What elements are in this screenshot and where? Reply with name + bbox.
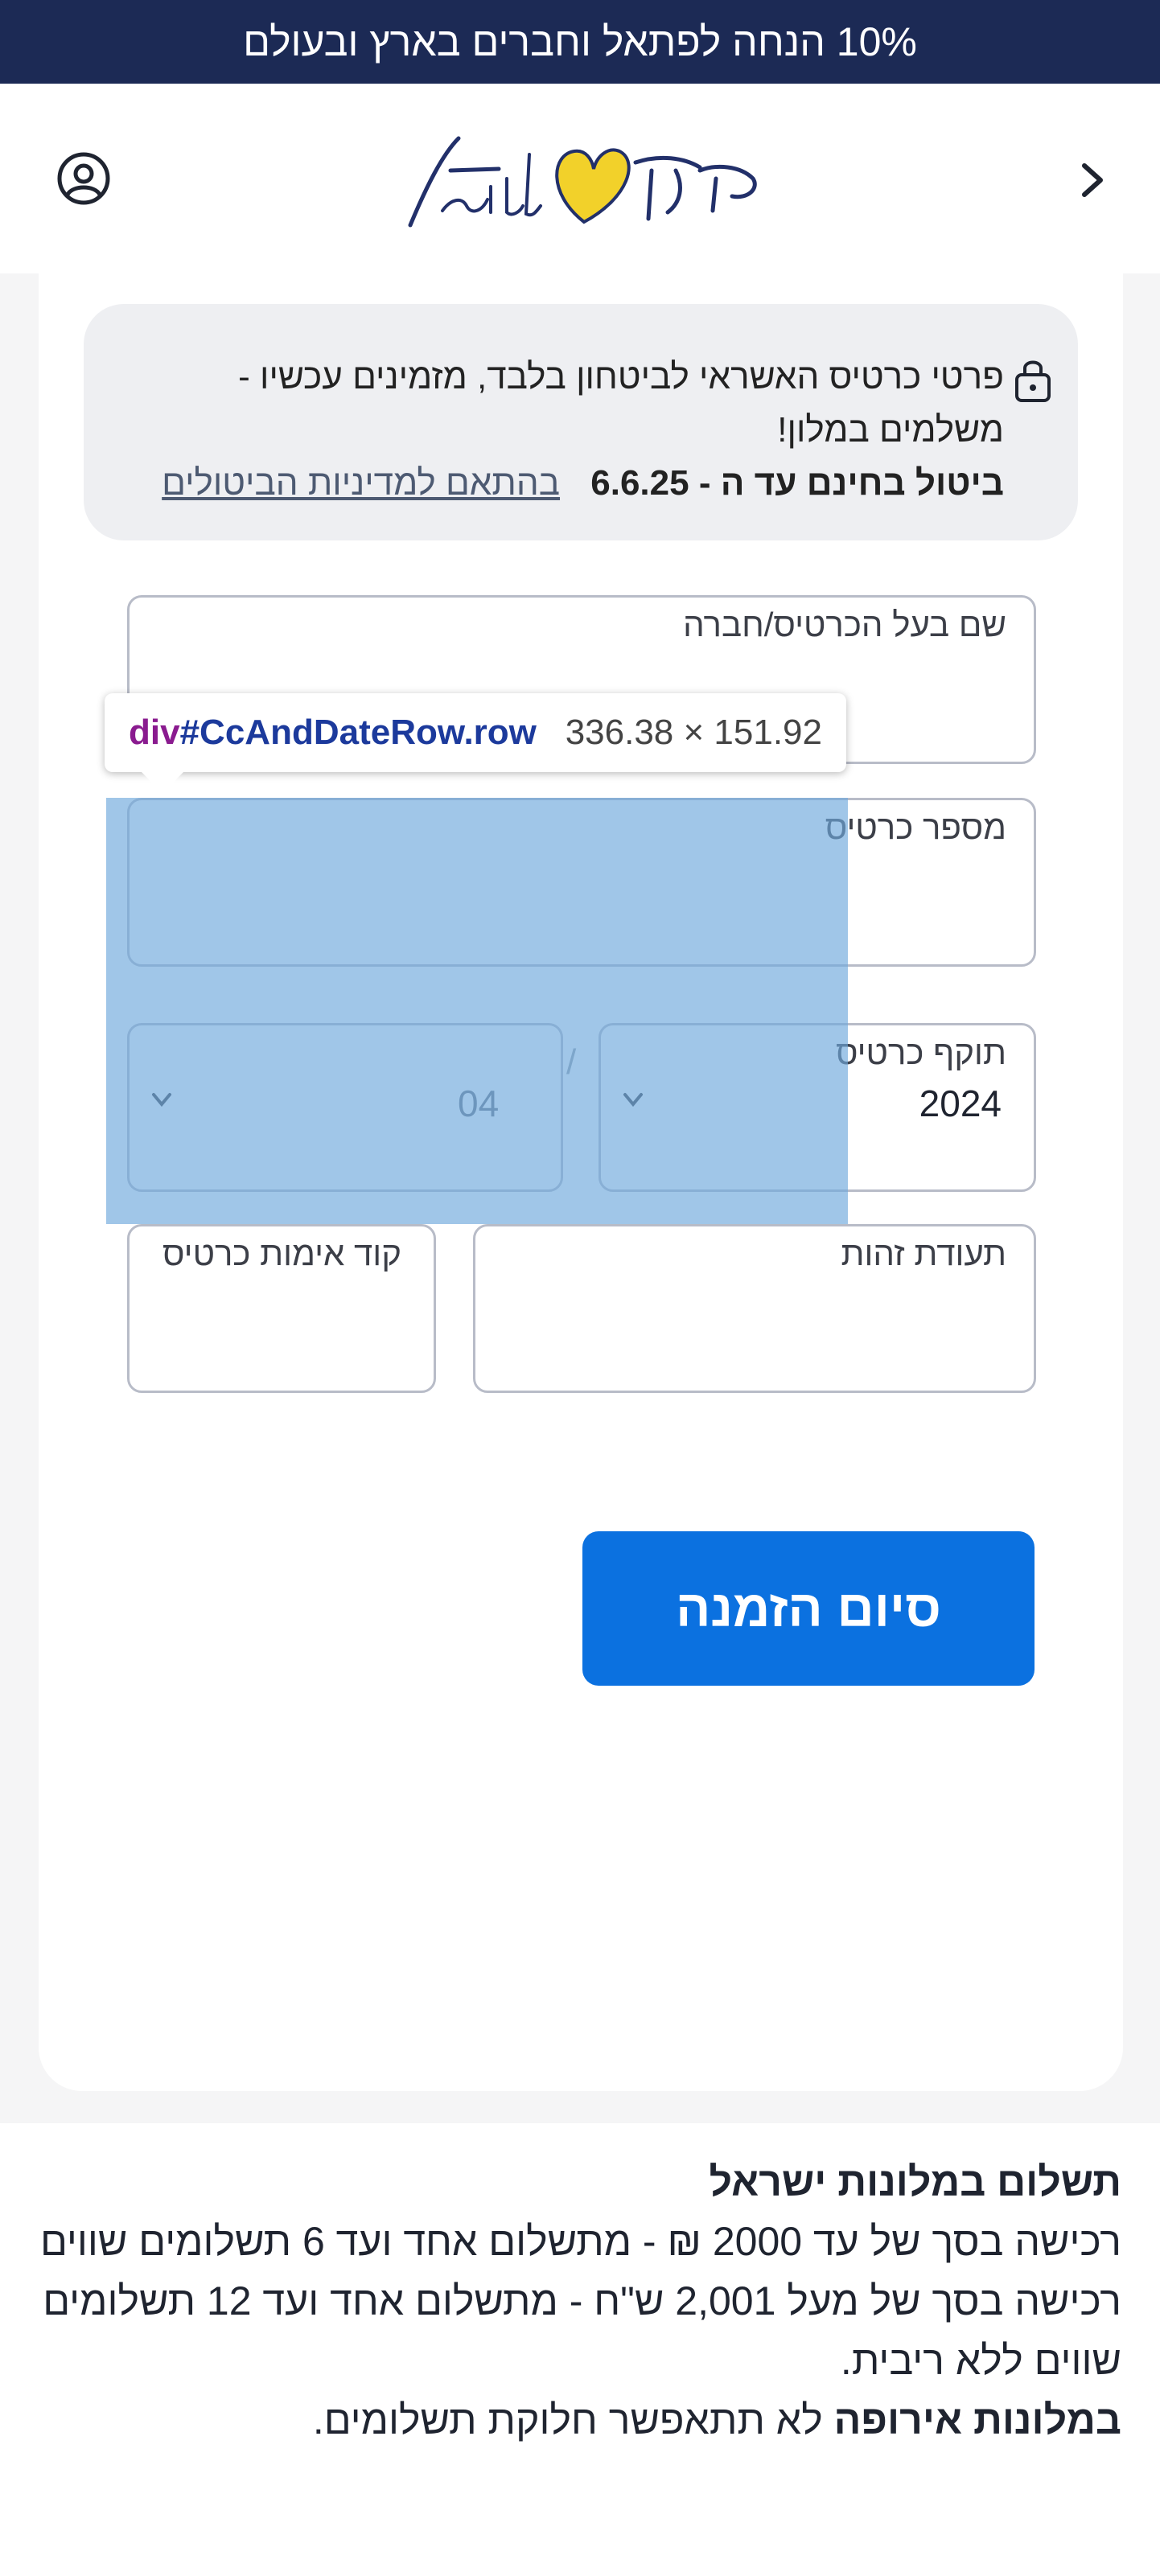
payment-info: תשלום במלונות ישראל רכישה בסך של עד 2000… [27,2152,1121,2450]
fattal-logo[interactable] [394,122,764,235]
promo-text: 10% הנחה לפתאל וחברים בארץ ובעולם [243,19,917,64]
payment-heading: תשלום במלונות ישראל [709,2159,1122,2204]
lock-icon [1010,355,1055,404]
payment-notice: פרטי כרטיס האשראי לביטחון בלבד, מזמינים … [84,304,1078,540]
expiry-year-value: 2024 [919,1083,1002,1124]
id-number-field[interactable]: תעודת זהות [473,1224,1036,1393]
free-cancel-text: ביטול בחינם עד ה - 6.6.25 [590,463,1004,503]
site-header [0,84,1160,273]
europe-bold: במלונות אירופה [833,2397,1121,2442]
promo-bar[interactable]: 10% הנחה לפתאל וחברים בארץ ובעולם [0,0,1160,84]
inspector-selector: #CcAndDateRow.row [179,713,537,752]
europe-rest: לא תתאפשר חלוקת תשלומים. [312,2397,834,2442]
chevron-right-icon[interactable] [1068,156,1117,204]
notice-text: פרטי כרטיס האשראי לביטחון בלבד, מזמינים … [238,357,1004,450]
id-label: תעודת זהות [841,1235,1006,1272]
notice-text-block: פרטי כרטיס האשראי לביטחון בלבד, מזמינים … [119,351,1004,510]
cancel-policy-link[interactable]: בהתאם למדיניות הביטולים [162,463,560,503]
complete-booking-button[interactable]: סיום הזמנה [582,1531,1035,1686]
cvv-field[interactable]: קוד אימות כרטיס [127,1224,436,1393]
cancel-line: ביטול בחינם עד ה - 6.6.25 בהתאם למדיניות… [119,457,1004,510]
cvv-label: קוד אימות כרטיס [162,1235,401,1272]
inspector-highlight [106,798,848,1224]
card-number-label: מספר כרטיס [825,808,1006,846]
payment-line-1: רכישה בסך של עד 2000 ₪ - מתשלום אחד ועד … [40,2219,1121,2264]
user-circle-icon[interactable] [56,151,111,206]
expiry-label: תוקף כרטיס [835,1033,1006,1071]
payment-line-2: רכישה בסך של מעל 2,001 ש"ח - מתשלום אחד … [43,2278,1121,2383]
card-holder-label: שם בעל הכרטיס/חברה [683,606,1006,643]
inspector-dimensions: 336.38 × 151.92 [565,713,822,752]
payment-europe-line: במלונות אירופה לא תתאפשר חלוקת תשלומים. [27,2390,1121,2450]
inspector-tooltip: div #CcAndDateRow.row 336.38 × 151.92 [105,693,846,793]
inspector-tag: div [129,713,180,752]
